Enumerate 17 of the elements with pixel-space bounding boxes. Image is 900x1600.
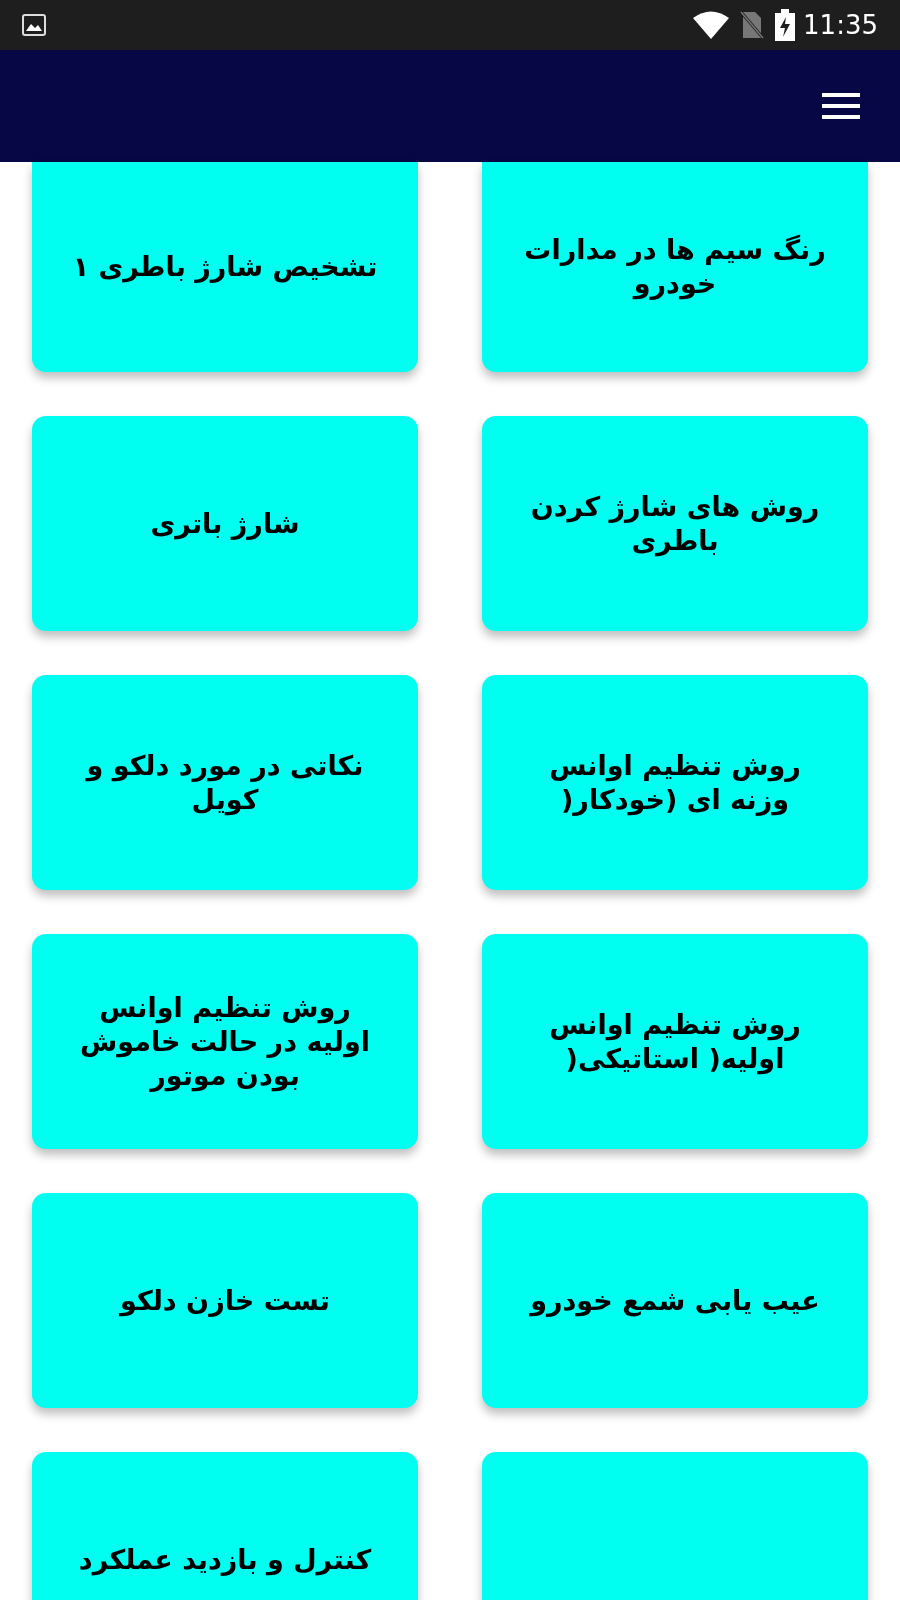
menu-card[interactable]: رنگ سیم ها در مدارات خودرو <box>482 162 868 372</box>
image-icon <box>22 14 46 36</box>
clock-time: 11:35 <box>803 8 878 42</box>
battery-charging-icon <box>775 9 796 41</box>
menu-card[interactable]: روش های شارژ کردن باطری <box>482 416 868 631</box>
menu-card[interactable]: روش تنظیم اوانس اولیه در حالت خاموش بودن موتور <box>32 934 418 1149</box>
menu-card[interactable]: کنترل و بازدید عملکرد <box>32 1452 418 1600</box>
wifi-icon <box>693 11 730 39</box>
menu-card[interactable]: نکاتی در مورد دلکو و کویل <box>32 675 418 890</box>
menu-card[interactable]: تست خازن دلکو <box>32 1193 418 1408</box>
menu-icon[interactable] <box>822 91 860 121</box>
menu-card[interactable]: عیب یابی شمع خودرو <box>482 1193 868 1408</box>
menu-card[interactable]: روش تنظیم اوانس وزنه ای (خودکار( <box>482 675 868 890</box>
menu-card[interactable]: تشخیص شارژ باطری ۱ <box>32 162 418 372</box>
no-sim-icon <box>739 10 766 40</box>
menu-card[interactable]: روش تنظیم اوانس اولیه( استاتیکی( <box>482 934 868 1149</box>
menu-card[interactable]: شارژ باتری <box>32 416 418 631</box>
